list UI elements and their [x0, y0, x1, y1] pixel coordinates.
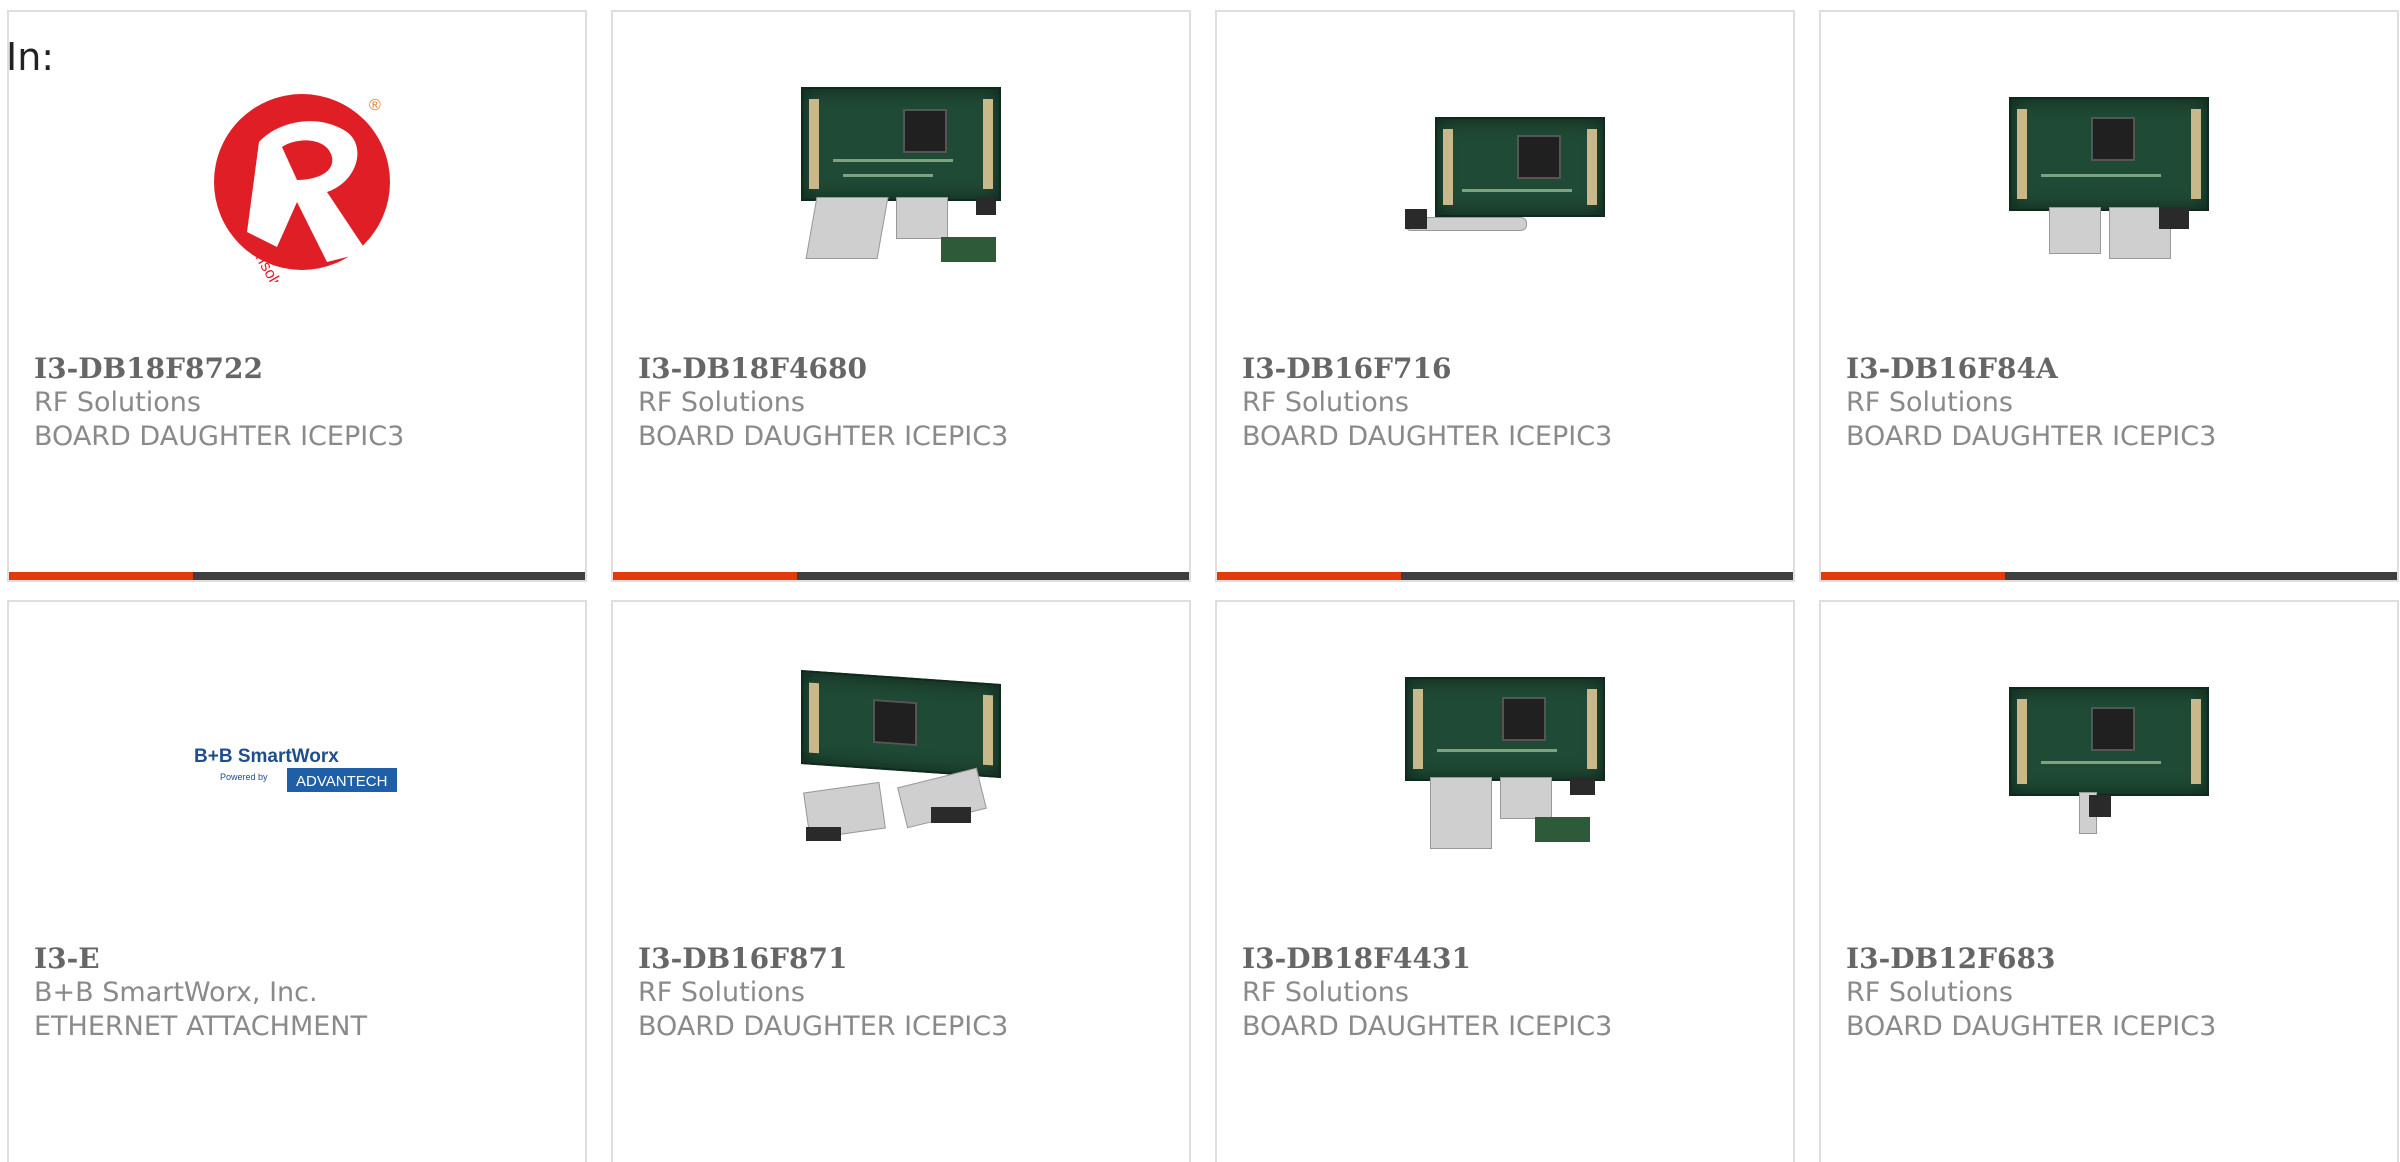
description: BOARD DAUGHTER ICEPIC3 [1242, 421, 1613, 452]
description: BOARD DAUGHTER ICEPIC3 [1846, 421, 2217, 452]
card-bar [1821, 572, 2397, 580]
manufacturer: RF Solutions [34, 387, 201, 418]
description: ETHERNET ATTACHMENT [34, 1011, 367, 1042]
product-image[interactable] [1821, 662, 2397, 882]
rf-solutions-logo: rfsolutions ® [214, 94, 390, 282]
card-bar [9, 572, 585, 580]
product-info: I3-DB12F683 RF Solutions BOARD DAUGHTER … [1846, 942, 2377, 1044]
part-number[interactable]: I3-DB18F4431 [1242, 942, 1773, 976]
product-card[interactable]: rfsolutions ® I3-DB18F8722 RF Solutions … [7, 10, 587, 582]
part-number[interactable]: I3-DB18F4680 [638, 352, 1169, 386]
card-bar-accent [9, 572, 193, 580]
svg-text:®: ® [369, 97, 381, 114]
description: BOARD DAUGHTER ICEPIC3 [638, 421, 1009, 452]
bb-smartworx-logo: B+B SmartWorx Powered by ADVANTECH [194, 746, 397, 792]
product-image[interactable] [1217, 662, 1793, 882]
description: BOARD DAUGHTER ICEPIC3 [1846, 1011, 2217, 1042]
product-results-page: In: rfsolutions ® I3-DB18F8722 RF Soluti… [0, 0, 2400, 1162]
manufacturer: B+B SmartWorx, Inc. [34, 977, 318, 1008]
in-label: In: [6, 35, 55, 79]
description: BOARD DAUGHTER ICEPIC3 [34, 421, 405, 452]
svg-text:Powered by: Powered by [220, 772, 268, 782]
product-info: I3-DB16F84A RF Solutions BOARD DAUGHTER … [1846, 352, 2377, 454]
product-image[interactable] [1821, 72, 2397, 292]
svg-text:ADVANTECH: ADVANTECH [296, 773, 387, 790]
product-image[interactable]: B+B SmartWorx Powered by ADVANTECH [9, 662, 585, 882]
product-image[interactable]: rfsolutions ® [9, 72, 585, 292]
manufacturer: RF Solutions [638, 977, 805, 1008]
manufacturer: RF Solutions [638, 387, 805, 418]
card-bar [613, 572, 1189, 580]
part-number[interactable]: I3-DB16F84A [1846, 352, 2377, 386]
product-info: I3-DB16F871 RF Solutions BOARD DAUGHTER … [638, 942, 1169, 1044]
product-card[interactable]: I3-DB12F683 RF Solutions BOARD DAUGHTER … [1819, 600, 2399, 1162]
daughter-board-photo [801, 670, 1001, 867]
description: BOARD DAUGHTER ICEPIC3 [1242, 1011, 1613, 1042]
daughter-board-photo [1405, 97, 1605, 267]
product-grid: rfsolutions ® I3-DB18F8722 RF Solutions … [7, 10, 2399, 1162]
daughter-board-photo [801, 87, 1001, 277]
part-number[interactable]: I3-DB16F871 [638, 942, 1169, 976]
product-card[interactable]: I3-DB18F4680 RF Solutions BOARD DAUGHTER… [611, 10, 1191, 582]
product-card[interactable]: I3-DB16F871 RF Solutions BOARD DAUGHTER … [611, 600, 1191, 1162]
manufacturer: RF Solutions [1846, 387, 2013, 418]
product-info: I3-DB18F4431 RF Solutions BOARD DAUGHTER… [1242, 942, 1773, 1044]
product-image[interactable] [1217, 72, 1793, 292]
card-bar-accent [1217, 572, 1401, 580]
manufacturer: RF Solutions [1242, 387, 1409, 418]
daughter-board-photo [2009, 677, 2209, 867]
part-number[interactable]: I3-DB18F8722 [34, 352, 565, 386]
product-info: I3-E B+B SmartWorx, Inc. ETHERNET ATTACH… [34, 942, 565, 1044]
description: BOARD DAUGHTER ICEPIC3 [638, 1011, 1009, 1042]
part-number[interactable]: I3-DB12F683 [1846, 942, 2377, 976]
product-card[interactable]: I3-DB16F716 RF Solutions BOARD DAUGHTER … [1215, 10, 1795, 582]
part-number[interactable]: I3-E [34, 942, 565, 976]
manufacturer: RF Solutions [1846, 977, 2013, 1008]
card-bar-accent [1821, 572, 2005, 580]
card-bar [1217, 572, 1793, 580]
product-image[interactable] [613, 662, 1189, 882]
product-card[interactable]: B+B SmartWorx Powered by ADVANTECH I3-E … [7, 600, 587, 1162]
svg-text:B+B SmartWorx: B+B SmartWorx [194, 746, 339, 767]
product-image[interactable] [613, 72, 1189, 292]
product-info: I3-DB18F4680 RF Solutions BOARD DAUGHTER… [638, 352, 1169, 454]
product-info: I3-DB18F8722 RF Solutions BOARD DAUGHTER… [34, 352, 565, 454]
product-card[interactable]: I3-DB16F84A RF Solutions BOARD DAUGHTER … [1819, 10, 2399, 582]
part-number[interactable]: I3-DB16F716 [1242, 352, 1773, 386]
manufacturer: RF Solutions [1242, 977, 1409, 1008]
daughter-board-photo [2009, 87, 2209, 277]
card-bar-accent [613, 572, 797, 580]
product-card[interactable]: I3-DB18F4431 RF Solutions BOARD DAUGHTER… [1215, 600, 1795, 1162]
daughter-board-photo [1405, 677, 1605, 867]
product-info: I3-DB16F716 RF Solutions BOARD DAUGHTER … [1242, 352, 1773, 454]
